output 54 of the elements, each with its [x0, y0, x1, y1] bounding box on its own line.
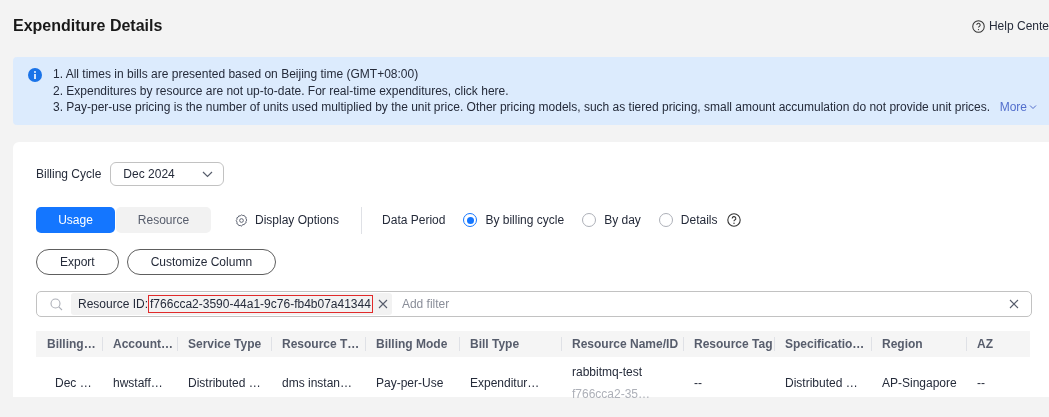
table-cell: --: [977, 376, 985, 390]
billing-cycle-label: Billing Cycle: [36, 167, 102, 181]
gear-icon: [235, 213, 248, 227]
filter-key: Resource ID:: [78, 297, 149, 311]
column-header[interactable]: Specificatio…: [774, 331, 871, 357]
column-header[interactable]: Bill Type: [459, 331, 561, 357]
action-button[interactable]: Export: [36, 249, 119, 275]
help-center-link[interactable]: Help Cente: [988, 19, 1049, 33]
billing-cycle-select[interactable]: Dec 2024: [110, 162, 225, 186]
more-link[interactable]: More: [999, 100, 1037, 114]
help-icon: [971, 19, 985, 33]
notice-text: 3. Pay-per-use pricing is the number of units used multiplied by the unit price. Other pricing models, such as tiered pricing, small amount accumulation do not provide unit prices.: [53, 99, 991, 116]
column-header[interactable]: Service Type: [177, 331, 271, 357]
notice-text: 1. All times in bills are presented based on Beijing time (GMT+08:00): [53, 66, 419, 83]
radio-option[interactable]: By day: [582, 213, 641, 227]
view-tab[interactable]: Resource: [116, 207, 211, 233]
filter-chip[interactable]: Resource ID: f766cca2-3590-44a1-9c76-fb4b07a41344: [71, 293, 392, 315]
page-title: Expenditure Details: [13, 17, 163, 35]
notice-text: 2. Expenditures by resource are not up-to-date. For real-time expenditures, click here.: [53, 82, 509, 99]
column-header[interactable]: Billing Mode: [365, 331, 459, 357]
close-icon[interactable]: [377, 299, 388, 309]
table-cell: Dec …: [55, 376, 92, 390]
column-header[interactable]: Account…: [102, 331, 177, 357]
filter-value: f766cca2-3590-44a1-9c76-fb4b07a41344: [148, 295, 373, 313]
chevron-down-icon: [1029, 104, 1037, 110]
chevron-down-icon: [202, 170, 214, 178]
table-cell: Distributed …: [785, 376, 858, 390]
display-options-button[interactable]: Display Options: [235, 213, 340, 227]
column-header[interactable]: Resource Tag: [683, 331, 774, 357]
action-button[interactable]: Customize Column: [126, 249, 277, 275]
table-cell: dms instan…: [282, 376, 353, 390]
table-cell: --: [694, 376, 702, 390]
table-cell: hwstaff…: [113, 376, 163, 390]
info-icon: [28, 68, 42, 82]
column-header[interactable]: Resource T…: [271, 331, 365, 357]
radio-option[interactable]: By billing cycle: [463, 213, 565, 227]
table-cell: Pay-per-Use: [376, 376, 444, 390]
table-cell: Expenditur…: [470, 376, 540, 390]
radio-option[interactable]: Details: [658, 213, 718, 227]
data-period-label: Data Period: [382, 213, 446, 227]
help-icon: [726, 213, 741, 227]
close-icon[interactable]: [1009, 299, 1019, 309]
filter-search-field[interactable]: Resource ID: f766cca2-3590-44a1-9c76-fb4b07a41344 Add filter: [36, 291, 1032, 317]
column-header[interactable]: AZ: [966, 331, 1030, 357]
view-tab[interactable]: Usage: [36, 207, 115, 233]
table-cell: AP-Singapore: [882, 376, 957, 390]
column-header[interactable]: Billing…: [36, 331, 102, 357]
search-icon: [50, 297, 63, 311]
column-header[interactable]: Region: [871, 331, 966, 357]
add-filter-placeholder: Add filter: [401, 297, 451, 311]
resource-id: f766cca2-35…: [572, 387, 652, 401]
table-cell: Distributed …: [188, 376, 261, 390]
resource-name: rabbitmq-test: [572, 365, 644, 379]
column-header[interactable]: Resource Name/ID: [561, 331, 683, 357]
